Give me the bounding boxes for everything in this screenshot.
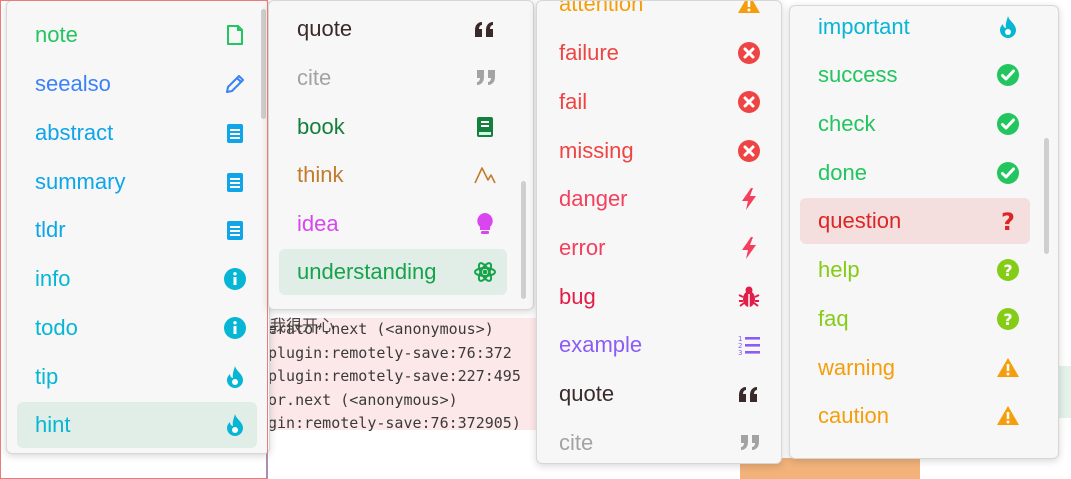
menu-item-bug[interactable]: bug xyxy=(541,274,771,320)
question-circle-icon: ? xyxy=(996,307,1020,331)
menu-item-label: attention xyxy=(559,0,644,16)
menu-item-quote[interactable]: quote xyxy=(279,6,507,52)
x-circle-icon xyxy=(737,90,761,114)
menu-item-label: done xyxy=(818,160,867,185)
menu-item-label: error xyxy=(559,235,606,260)
check-circle-icon xyxy=(996,112,1020,136)
x-circle-icon xyxy=(737,41,761,65)
menu-item-label: bug xyxy=(559,284,596,309)
menu-item-think[interactable]: think xyxy=(279,152,507,198)
menu-item-label: failure xyxy=(559,40,619,65)
menu-item-label: question xyxy=(818,208,902,233)
menu-item-help[interactable]: help? xyxy=(800,247,1030,293)
menu-item-fail[interactable]: fail xyxy=(541,79,771,125)
menu-item-label: quote xyxy=(297,16,353,41)
menu-item-label: help xyxy=(818,257,860,282)
quote-close-icon xyxy=(473,66,497,90)
callout-menu-4[interactable]: important success check done question? help? f… xyxy=(789,5,1059,459)
flame-icon xyxy=(996,15,1020,39)
menu-item-question[interactable]: question? xyxy=(800,198,1030,244)
menu-item-important[interactable]: important xyxy=(800,6,1030,50)
menu-item-label: book xyxy=(297,114,345,139)
partial-text: 我很开心 xyxy=(270,316,335,335)
svg-text:?: ? xyxy=(1001,209,1015,233)
menu-item-check[interactable]: check xyxy=(800,101,1030,147)
check-circle-icon xyxy=(996,161,1020,185)
menu-item-quote[interactable]: quote xyxy=(541,371,771,417)
menu-item-label: faq xyxy=(818,306,849,331)
warning-icon xyxy=(737,1,761,16)
callout-menu-3[interactable]: attention failure fail missing danger error bu… xyxy=(536,0,782,464)
menu-item-label: warning xyxy=(818,355,896,380)
console-line: plugin:remotely-save:227:495 xyxy=(268,367,521,385)
menu-item-book[interactable]: book xyxy=(279,104,507,150)
svg-text:3: 3 xyxy=(738,349,742,357)
mountain-icon xyxy=(473,163,497,187)
check-circle-icon xyxy=(996,63,1020,87)
menu-item-label: missing xyxy=(559,138,634,163)
menu-item-label: idea xyxy=(297,211,339,236)
menu-item-label: check xyxy=(818,111,876,136)
book-icon xyxy=(473,115,497,139)
quote-open-icon xyxy=(737,382,761,406)
atom-icon xyxy=(473,260,497,284)
menu-item-label: important xyxy=(818,14,910,39)
quote-open-icon xyxy=(473,17,497,41)
menu-item-label: quote xyxy=(559,381,615,406)
svg-text:?: ? xyxy=(1003,310,1012,329)
menu-item-label: think xyxy=(297,162,344,187)
warning-icon xyxy=(996,404,1020,428)
menu-item-label: fail xyxy=(559,89,588,114)
menu-item-warning[interactable]: warning xyxy=(800,345,1030,391)
bolt-icon xyxy=(737,236,761,260)
bolt-icon xyxy=(737,187,761,211)
warning-icon xyxy=(996,356,1020,380)
menu-item-danger[interactable]: danger xyxy=(541,176,771,222)
scrollbar-thumb[interactable] xyxy=(521,181,526,299)
menu-item-cite[interactable]: cite xyxy=(279,55,507,101)
bulb-icon xyxy=(473,212,497,236)
background-highlight xyxy=(1058,366,1071,418)
menu-item-label: cite xyxy=(297,65,332,90)
menu-item-success[interactable]: success xyxy=(800,52,1030,98)
menu-item-failure[interactable]: failure xyxy=(541,30,771,76)
svg-text:?: ? xyxy=(1003,261,1012,280)
menu-item-attention[interactable]: attention xyxy=(541,0,771,27)
callout-menu-2[interactable]: quote cite book think idea understanding xyxy=(268,0,534,310)
quote-close-icon xyxy=(737,431,761,455)
menu-item-cite[interactable]: cite xyxy=(541,420,771,463)
menu-item-label: caution xyxy=(818,403,889,428)
question-circle-icon: ? xyxy=(996,258,1020,282)
menu-item-label: example xyxy=(559,332,643,357)
x-circle-icon xyxy=(737,139,761,163)
question-icon: ? xyxy=(996,208,1020,236)
menu-item-example[interactable]: example 1 2 3 xyxy=(541,322,771,368)
console-line: gin:remotely-save:76:372905) xyxy=(268,414,521,432)
scrollbar-thumb[interactable] xyxy=(1044,138,1049,254)
menu-item-label: danger xyxy=(559,186,628,211)
focus-frame xyxy=(0,0,268,479)
menu-item-caution[interactable]: caution xyxy=(800,393,1030,439)
menu-item-idea[interactable]: idea xyxy=(279,201,507,247)
menu-item-label: cite xyxy=(559,430,594,455)
menu-item-label: understanding xyxy=(297,259,437,284)
bug-icon xyxy=(737,285,761,309)
menu-item-error[interactable]: error xyxy=(541,225,771,271)
console-line: plugin:remotely-save:76:372 xyxy=(268,343,512,362)
menu-item-understanding[interactable]: understanding xyxy=(279,249,507,295)
menu-item-label: success xyxy=(818,62,898,87)
console-line: or.next (<anonymous>) xyxy=(268,390,458,409)
menu-item-missing[interactable]: missing xyxy=(541,128,771,174)
list-ordered-icon: 123 xyxy=(737,333,761,357)
menu-item-faq[interactable]: faq? xyxy=(800,296,1030,342)
menu-item-done[interactable]: done xyxy=(800,150,1030,196)
